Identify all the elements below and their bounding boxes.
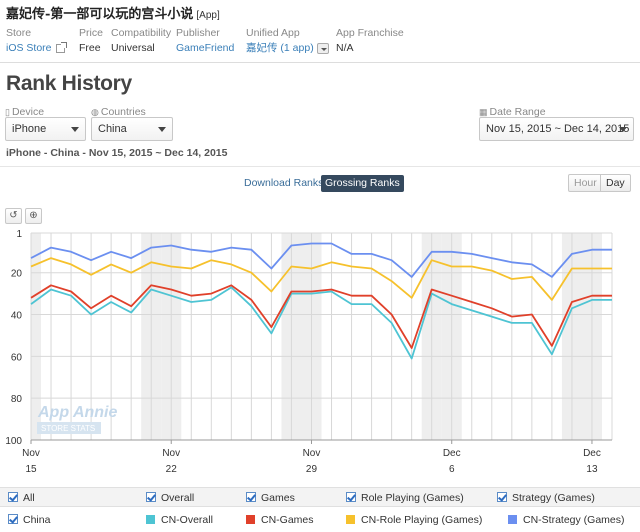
meta-franchise: App Franchise N/A [336, 27, 404, 55]
legend-series-cn-overall[interactable]: CN-Overall [146, 514, 213, 526]
unified-link[interactable]: 嘉妃传 (1 app) [246, 42, 314, 54]
countries-select[interactable]: China [91, 117, 173, 141]
x-tick-day: 15 [25, 464, 37, 475]
meta-unified: Unified App 嘉妃传 (1 app) [246, 27, 329, 55]
unified-dropdown-icon[interactable] [316, 42, 329, 54]
rank-chart[interactable]: App Annie STORE STATS 1 20 40 60 80 100 Nov 15… [0, 226, 640, 478]
x-tick-day: 22 [166, 464, 178, 475]
device-select[interactable]: iPhone [5, 117, 86, 141]
y-tick-label: 100 [5, 436, 22, 447]
franchise-value: N/A [336, 42, 354, 54]
checkbox-icon[interactable] [346, 492, 356, 502]
watermark-subtitle: STORE STATS [41, 424, 95, 433]
publisher-link[interactable]: GameFriend [176, 41, 234, 55]
x-tick-month: Nov [162, 448, 180, 459]
x-tick-day: 6 [449, 464, 455, 475]
y-tick-label: 20 [11, 269, 23, 280]
series-swatch [246, 515, 255, 524]
zoom-button[interactable]: ⊕ [25, 208, 42, 224]
x-tick-month: Dec [443, 448, 461, 459]
series-swatch [146, 515, 155, 524]
app-title: 嘉妃传-第一部可以玩的宫斗小说 [App] [6, 3, 220, 22]
reset-icon: ↺ [9, 210, 18, 221]
x-tick-month: Nov [22, 448, 40, 459]
tab-grossing-ranks[interactable]: Grossing Ranks [321, 175, 404, 192]
compat-label: Compatibility [111, 27, 172, 39]
legend-all-label: All [23, 492, 35, 504]
legend-category-label: Overall [161, 492, 195, 504]
legend-games-toggle[interactable]: Games [246, 492, 295, 504]
legend-series-cn-role-playing[interactable]: CN-Role Playing (Games) [346, 514, 482, 526]
chevron-down-icon [619, 127, 627, 132]
series-label: CN-Games [261, 514, 314, 526]
meta-store: Store iOS Store [6, 27, 67, 55]
legend-series-cn-strategy[interactable]: CN-Strategy (Games) [508, 514, 625, 526]
legend-category-label: Games [261, 492, 295, 504]
series-label: CN-Overall [161, 514, 213, 526]
date-range-select[interactable]: Nov 15, 2015 ~ Dec 14, 2015 [479, 117, 634, 141]
date-range-value: Nov 15, 2015 ~ Dec 14, 2015 [486, 123, 630, 135]
checkbox-icon[interactable] [8, 514, 18, 524]
x-tick-month: Nov [303, 448, 321, 459]
y-tick-label: 60 [11, 352, 23, 363]
y-tick-label: 1 [16, 229, 22, 240]
legend-header: All Overall Games Role Playing (Games) S… [0, 487, 640, 507]
x-tick-day: 29 [306, 464, 318, 475]
reset-zoom-button[interactable]: ↺ [5, 208, 22, 224]
x-axis-labels: Nov 15 Nov 22 Nov 29 Dec 6 Dec 13 [22, 440, 601, 475]
countries-value: China [98, 123, 127, 135]
divider [0, 62, 640, 63]
device-value: iPhone [12, 123, 47, 135]
legend-country-toggle[interactable]: China [8, 514, 50, 526]
legend-country-label: China [23, 514, 51, 526]
checkbox-icon[interactable] [8, 492, 18, 502]
store-label: Store [6, 27, 32, 39]
chevron-down-icon [158, 127, 166, 132]
external-link-icon[interactable] [55, 41, 67, 53]
unified-value[interactable]: 嘉妃传 (1 app) [246, 41, 329, 55]
price-value: Free [79, 42, 101, 54]
unified-label: Unified App [246, 27, 300, 39]
checkbox-icon[interactable] [246, 492, 256, 502]
day-button[interactable]: Day [600, 174, 631, 192]
divider [0, 166, 640, 167]
y-axis-labels: 1 20 40 60 80 100 [5, 229, 22, 447]
y-tick-label: 40 [11, 311, 23, 322]
app-name: 嘉妃传-第一部可以玩的宫斗小说 [6, 7, 194, 22]
watermark-title: App Annie [37, 404, 118, 421]
legend-category-label: Strategy (Games) [512, 492, 595, 504]
hour-button[interactable]: Hour [568, 174, 603, 192]
zoom-icon: ⊕ [29, 210, 38, 221]
store-value[interactable]: iOS Store [6, 41, 67, 55]
series-label: CN-Strategy (Games) [523, 514, 625, 526]
x-tick-day: 13 [586, 464, 598, 475]
franchise-label: App Franchise [336, 27, 404, 39]
series-swatch [346, 515, 355, 524]
compat-value: Universal [111, 42, 155, 54]
meta-compat: Compatibility Universal [111, 27, 171, 55]
store-link[interactable]: iOS Store [6, 42, 52, 54]
legend-series-cn-games[interactable]: CN-Games [246, 514, 314, 526]
app-type-tag: [App] [196, 10, 220, 21]
legend-role-playing-toggle[interactable]: Role Playing (Games) [346, 492, 464, 504]
tab-download-ranks[interactable]: Download Ranks [240, 175, 327, 192]
legend-series-row: China CN-Overall CN-Games CN-Role Playin… [0, 510, 640, 530]
legend-category-label: Role Playing (Games) [361, 492, 464, 504]
publisher-label: Publisher [176, 27, 220, 39]
meta-price: Price Free [79, 27, 103, 55]
x-tick-month: Dec [583, 448, 601, 459]
chart-subtitle: iPhone - China - Nov 15, 2015 ~ Dec 14, … [6, 147, 228, 159]
series-label: CN-Role Playing (Games) [361, 514, 483, 526]
page-title: Rank History [6, 72, 132, 95]
price-label: Price [79, 27, 103, 39]
checkbox-icon[interactable] [146, 492, 156, 502]
chevron-down-icon [71, 127, 79, 132]
legend-strategy-toggle[interactable]: Strategy (Games) [497, 492, 595, 504]
checkbox-icon[interactable] [497, 492, 507, 502]
legend-overall-toggle[interactable]: Overall [146, 492, 194, 504]
series-swatch [508, 515, 517, 524]
y-tick-label: 80 [11, 394, 23, 405]
legend-all-toggle[interactable]: All [8, 492, 35, 504]
meta-publisher: Publisher GameFriend [176, 27, 234, 55]
